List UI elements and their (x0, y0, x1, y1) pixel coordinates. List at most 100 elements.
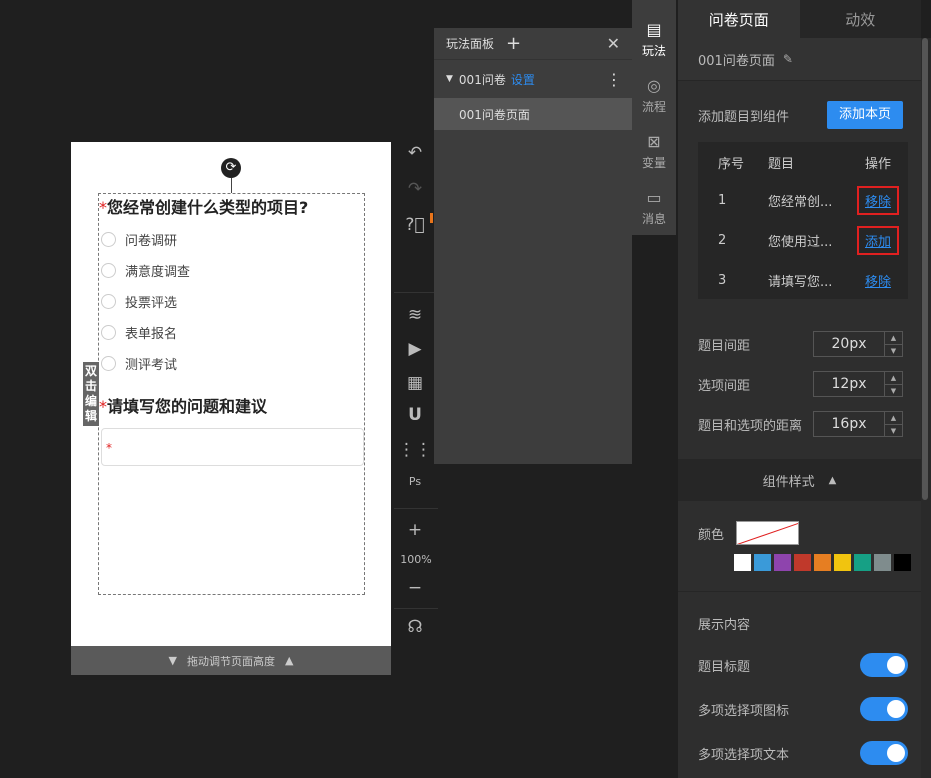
flow-icon: ◎ (647, 76, 661, 95)
stepper-value[interactable]: 16px (814, 412, 884, 436)
question-spacing-stepper[interactable]: 20px ▲ ▼ (813, 331, 903, 357)
survey-canvas[interactable]: ⟳ *您经常创建什么类型的项目? 问卷调研 满意度调查 投票评选 表单报名 测评… (71, 142, 391, 646)
photoshop-icon[interactable]: Ps (398, 475, 432, 488)
play-preview-icon[interactable]: ▶ (398, 339, 432, 359)
scrollbar-thumb[interactable] (922, 38, 928, 500)
option-item[interactable]: 表单报名 (101, 322, 177, 342)
option-item[interactable]: 满意度调查 (101, 260, 190, 280)
tab-animation[interactable]: 动效 (799, 0, 921, 38)
caret-down-icon[interactable]: ▼ (446, 74, 453, 84)
option-item[interactable]: 投票评选 (101, 291, 177, 311)
zoom-level: 100% (400, 553, 432, 566)
radio-icon[interactable] (101, 293, 116, 309)
zoom-in-icon[interactable]: + (398, 520, 432, 540)
color-swatch[interactable] (774, 554, 791, 571)
add-this-page-button[interactable]: 添加本页 (826, 101, 903, 129)
remove-link[interactable]: 移除 (856, 185, 899, 215)
grid-icon[interactable]: ⋮⋮⋮ (398, 440, 449, 460)
properties-tabs: 问卷页面 动效 (678, 0, 921, 38)
chevron-up-icon[interactable]: ▲ (885, 372, 902, 385)
tab-survey-page[interactable]: 问卷页面 (678, 0, 800, 38)
chevron-up-icon[interactable]: ▲ (885, 412, 902, 425)
chevron-up-icon[interactable]: ▲ (885, 332, 902, 345)
add-icon[interactable]: + (506, 33, 521, 54)
option-item[interactable]: 问卷调研 (101, 229, 177, 249)
color-swatch[interactable] (814, 554, 831, 571)
tab-message[interactable]: ▭ 消息 (632, 180, 676, 236)
side-tabs: ▤ 玩法 ◎ 流程 ⊠ 变量 ▭ 消息 (632, 0, 676, 235)
toggle-label: 题目标题 (698, 659, 751, 675)
settings-link[interactable]: 设置 (511, 71, 535, 88)
option-text-toggle[interactable] (860, 741, 908, 765)
color-swatch[interactable] (874, 554, 891, 571)
color-swatch[interactable] (834, 554, 851, 571)
row-index: 1 (718, 192, 727, 208)
notification-badge (430, 213, 433, 223)
table-header: 序号 题目 操作 (698, 142, 908, 182)
headset-icon[interactable]: ☊ (398, 617, 432, 637)
chevron-down-icon[interactable]: ▼ (885, 385, 902, 397)
tab-label: 流程 (641, 100, 666, 114)
color-picker[interactable] (736, 521, 800, 545)
question-spacing-row: 题目间距 20px ▲ ▼ (698, 330, 903, 358)
film-icon[interactable]: ▦ (398, 373, 432, 393)
survey-component[interactable]: *您经常创建什么类型的项目? 问卷调研 满意度调查 投票评选 表单报名 测评考试… (98, 193, 365, 595)
rotate-handle-line (231, 178, 232, 193)
radio-icon[interactable] (101, 262, 116, 278)
row-title: 您经常创... (768, 194, 833, 210)
suggestion-textarea[interactable]: * (101, 428, 364, 466)
more-icon[interactable]: ⋮ (606, 70, 622, 89)
page-height-resize-bar[interactable]: ▼ 拖动调节页面高度 ▲ (71, 646, 391, 675)
project-row[interactable]: ▼ 001问卷 设置 ⋮ (434, 60, 632, 98)
component-style-header[interactable]: 组件样式 ▲ (678, 459, 921, 501)
color-swatch[interactable] (854, 554, 871, 571)
required-mark: * (99, 397, 107, 416)
color-swatch[interactable] (734, 554, 751, 571)
edit-pen-icon[interactable]: ✎ (783, 52, 793, 66)
table-row: 3 请填写您... 移除 (698, 260, 908, 300)
chevron-down-icon[interactable]: ▼ (885, 425, 902, 437)
color-swatch[interactable] (894, 554, 911, 571)
add-link[interactable]: 添加 (856, 225, 899, 255)
double-click-edit-tag[interactable]: 双击编辑 (83, 362, 99, 426)
option-spacing-stepper[interactable]: 12px ▲ ▼ (813, 371, 903, 397)
required-mark: * (106, 441, 112, 455)
question-table: 序号 题目 操作 1 您经常创... 移除 2 您使用过... 添加 3 请填写… (698, 142, 908, 299)
help-icon[interactable]: ?⃝ (398, 215, 432, 235)
color-swatch[interactable] (754, 554, 771, 571)
row-title: 请填写您... (768, 274, 833, 290)
undo-icon[interactable]: ↶ (398, 143, 432, 163)
color-swatch[interactable] (794, 554, 811, 571)
question-spacing-label: 题目间距 (698, 338, 751, 354)
stepper-value[interactable]: 12px (814, 372, 884, 396)
close-icon[interactable]: ✕ (607, 34, 620, 53)
add-to-component-label: 添加题目到组件 (698, 109, 790, 125)
page-name-row: 001问卷页面 ✎ (678, 38, 921, 81)
question-option-distance-label: 题目和选项的距离 (698, 418, 803, 434)
play-panel: 玩法面板 + ✕ ▼ 001问卷 设置 ⋮ 001问卷页面 (434, 28, 632, 464)
tab-flow[interactable]: ◎ 流程 (632, 68, 676, 124)
option-icon-toggle[interactable] (860, 697, 908, 721)
radio-icon[interactable] (101, 355, 116, 371)
radio-icon[interactable] (101, 231, 116, 247)
question-option-distance-stepper[interactable]: 16px ▲ ▼ (813, 411, 903, 437)
question-title-toggle[interactable] (860, 653, 908, 677)
option-label: 投票评选 (125, 295, 178, 311)
layers-icon[interactable]: ≋ (398, 305, 432, 325)
tab-variable[interactable]: ⊠ 变量 (632, 124, 676, 180)
stepper-value[interactable]: 20px (814, 332, 884, 356)
tab-play[interactable]: ▤ 玩法 (632, 12, 676, 68)
remove-link[interactable]: 移除 (865, 275, 891, 290)
zoom-out-icon[interactable]: − (398, 578, 432, 598)
redo-icon[interactable]: ↷ (398, 179, 432, 199)
rotate-icon[interactable]: ⟳ (221, 158, 241, 178)
properties-scrollbar[interactable] (921, 38, 931, 778)
color-row: 颜色 (698, 521, 800, 545)
required-mark: * (99, 198, 107, 217)
radio-icon[interactable] (101, 324, 116, 340)
page-item[interactable]: 001问卷页面 (434, 98, 632, 130)
magnet-icon[interactable]: U (398, 405, 432, 425)
chevron-down-icon[interactable]: ▼ (885, 345, 902, 357)
option-item[interactable]: 测评考试 (101, 353, 177, 373)
option-spacing-label: 选项间距 (698, 378, 751, 394)
